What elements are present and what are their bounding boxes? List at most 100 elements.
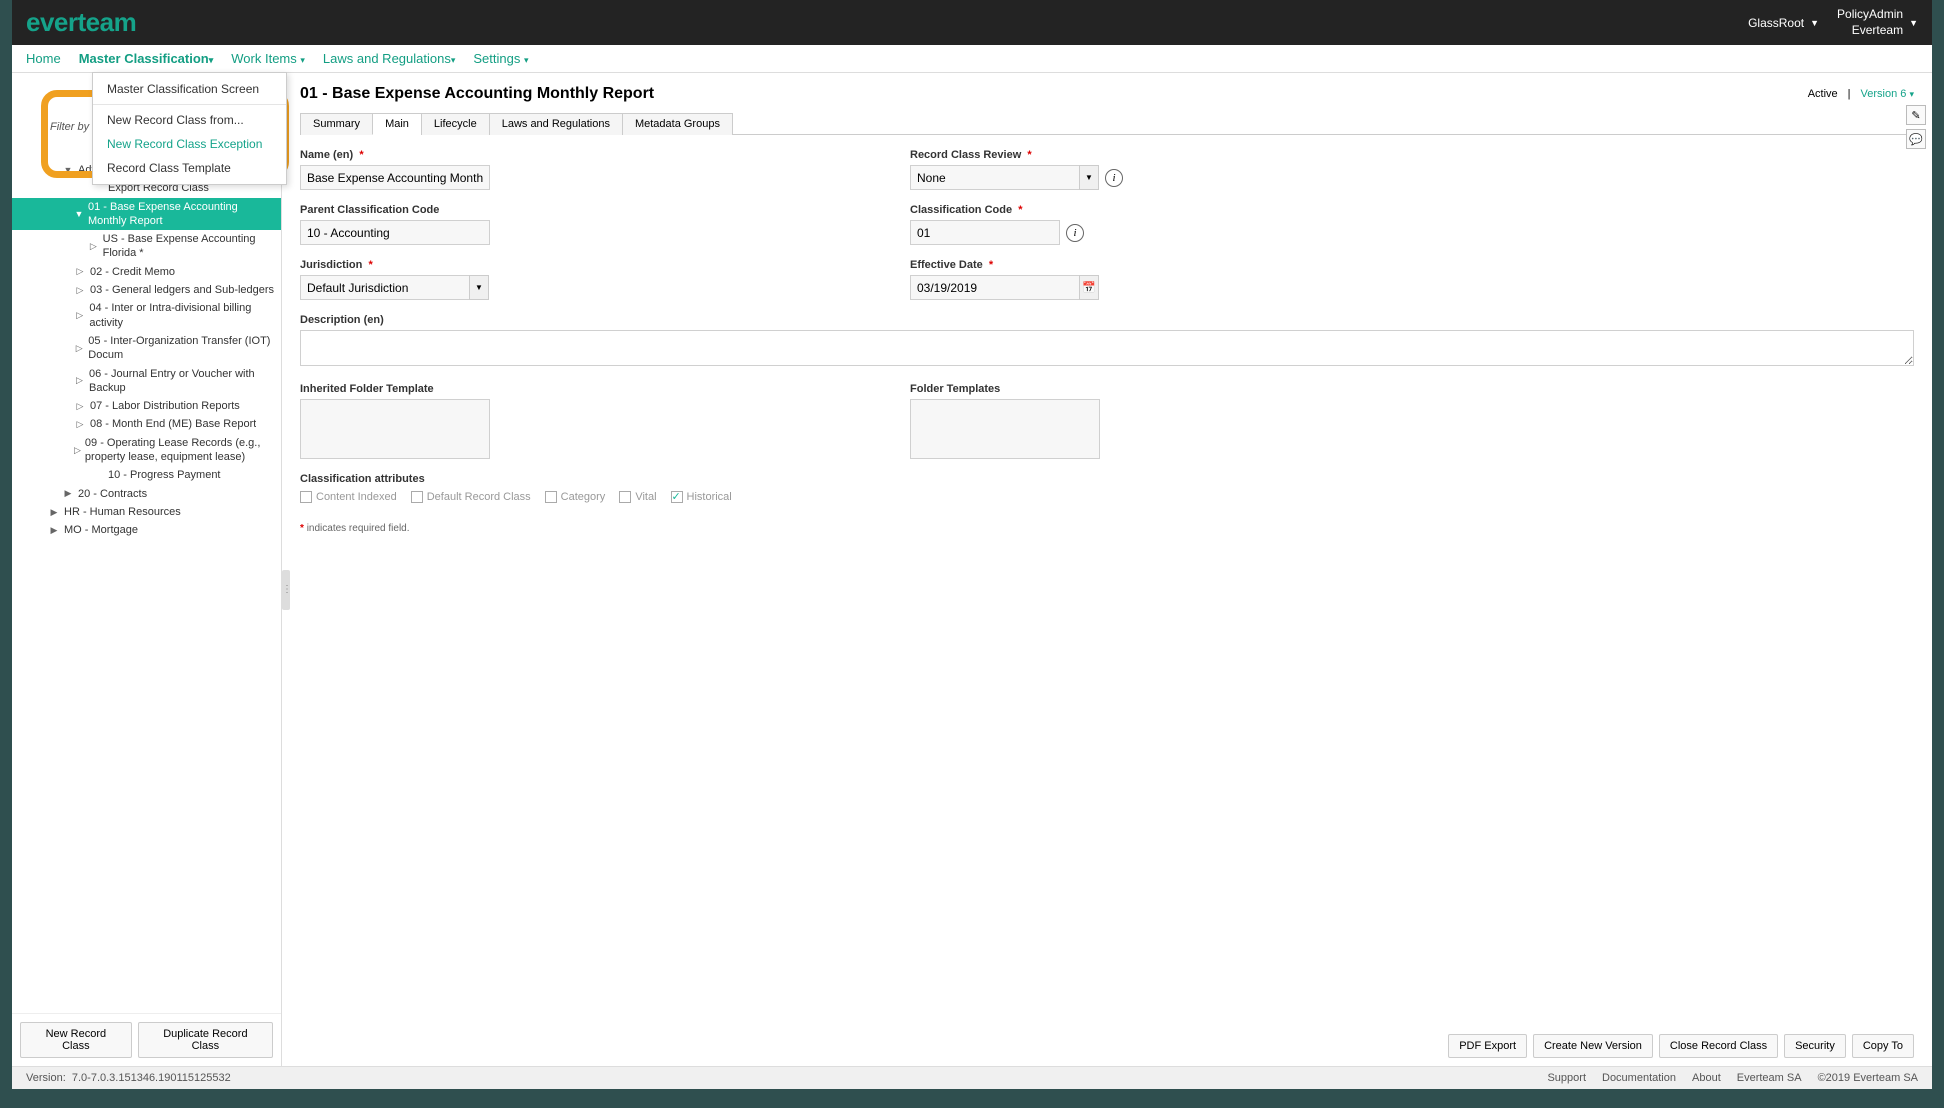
user-menu[interactable]: PolicyAdmin Everteam ▼ (1837, 7, 1918, 38)
status-label: Active (1808, 88, 1838, 100)
expand-icon[interactable]: ▷ (88, 241, 99, 252)
menu-record-class-template[interactable]: Record Class Template (93, 156, 286, 180)
caret-down-icon: ▾ (1909, 89, 1914, 99)
documentation-link[interactable]: Documentation (1602, 1072, 1676, 1084)
tree-item[interactable]: ▷ 07 - Labor Distribution Reports (12, 397, 281, 415)
tree-item[interactable]: ▷ 05 - Inter-Organization Transfer (IOT)… (12, 332, 281, 365)
inherited-template-box[interactable] (300, 399, 490, 459)
close-record-class-button[interactable]: Close Record Class (1659, 1034, 1778, 1058)
tree-item[interactable]: ▶ HR - Human Resources (12, 503, 281, 521)
required-note: * indicates required field. (300, 523, 1914, 534)
tab-metadata[interactable]: Metadata Groups (622, 113, 733, 135)
inh-template-label: Inherited Folder Template (300, 383, 870, 395)
expand-icon[interactable]: ▷ (74, 445, 81, 456)
main-nav: Home Master Classification▾ Work Items ▾… (12, 45, 1932, 73)
expand-icon[interactable]: ▷ (74, 375, 85, 386)
user-org: Everteam (1837, 23, 1903, 39)
app-header: everteam GlassRoot ▼ PolicyAdmin Evertea… (12, 0, 1932, 45)
support-link[interactable]: Support (1547, 1072, 1586, 1084)
tree-item[interactable]: ▶ MO - Mortgage (12, 521, 281, 539)
tab-summary[interactable]: Summary (300, 113, 373, 135)
expand-icon[interactable]: ▷ (74, 285, 86, 296)
tenant-menu[interactable]: GlassRoot ▼ (1748, 16, 1819, 30)
pdf-export-button[interactable]: PDF Export (1448, 1034, 1527, 1058)
caret-down-icon: ▾ (209, 55, 214, 65)
tree-item-selected[interactable]: ▼ 01 - Base Expense Accounting Monthly R… (12, 198, 281, 231)
comment-icon-button[interactable]: 💬 (1906, 129, 1926, 149)
tab-lifecycle[interactable]: Lifecycle (421, 113, 490, 135)
dropdown-arrow-icon[interactable]: ▼ (469, 275, 489, 300)
calendar-icon[interactable]: 📅 (1079, 275, 1099, 300)
review-select[interactable] (910, 165, 1080, 190)
tree-item[interactable]: ▷ 02 - Credit Memo (12, 263, 281, 281)
tab-laws[interactable]: Laws and Regulations (489, 113, 623, 135)
tree-item[interactable]: ▷ US - Base Expense Accounting Florida * (12, 230, 281, 263)
version-dropdown[interactable]: Version 6 ▾ (1861, 88, 1914, 100)
create-new-version-button[interactable]: Create New Version (1533, 1034, 1653, 1058)
master-classification-dropdown: Master Classification Screen New Record … (92, 72, 287, 185)
chk-historical[interactable]: Historical (671, 491, 732, 503)
security-button[interactable]: Security (1784, 1034, 1846, 1058)
expand-icon[interactable]: ▶ (48, 507, 60, 518)
expand-icon[interactable]: ▷ (74, 343, 84, 354)
tree-item[interactable]: ▷ 04 - Inter or Intra-divisional billing… (12, 299, 281, 332)
dropdown-arrow-icon[interactable]: ▼ (1079, 165, 1099, 190)
name-input[interactable] (300, 165, 490, 190)
checkbox-icon (619, 491, 631, 503)
info-icon[interactable]: i (1066, 224, 1084, 242)
edit-icon-button[interactable]: ✎ (1906, 105, 1926, 125)
copy-to-button[interactable]: Copy To (1852, 1034, 1914, 1058)
folder-templates-box[interactable] (910, 399, 1100, 459)
collapse-icon[interactable]: ▼ (62, 165, 74, 175)
splitter-handle[interactable] (282, 570, 290, 610)
expand-icon[interactable]: ▷ (74, 310, 85, 321)
chk-content-indexed[interactable]: Content Indexed (300, 491, 397, 503)
caret-down-icon: ▾ (451, 55, 456, 65)
menu-master-screen[interactable]: Master Classification Screen (93, 77, 286, 101)
nav-home[interactable]: Home (26, 51, 61, 66)
chk-vital[interactable]: Vital (619, 491, 656, 503)
attr-label: Classification attributes (300, 473, 1914, 485)
content-footer-buttons: PDF Export Create New Version Close Reco… (1448, 1034, 1914, 1058)
checkbox-icon (545, 491, 557, 503)
tree-item[interactable]: ▷ 09 - Operating Lease Records (e.g., pr… (12, 434, 281, 467)
content-area: 01 - Base Expense Accounting Monthly Rep… (282, 73, 1932, 1066)
jurisdiction-select[interactable] (300, 275, 470, 300)
tree-item[interactable]: ▷ 03 - General ledgers and Sub-ledgers (12, 281, 281, 299)
nav-work-items[interactable]: Work Items ▾ (231, 51, 305, 66)
duplicate-record-class-button[interactable]: Duplicate Record Class (138, 1022, 273, 1058)
logo: everteam (26, 7, 136, 38)
tree-item[interactable]: ▷ 08 - Month End (ME) Base Report (12, 415, 281, 433)
description-textarea[interactable] (300, 330, 1914, 366)
classcode-input[interactable] (910, 220, 1060, 245)
company-link[interactable]: Everteam SA (1737, 1072, 1802, 1084)
collapse-icon[interactable]: ▼ (74, 209, 84, 219)
sidebar: Filter by ▼ Advanced Search Export Recor… (12, 73, 282, 1066)
tree-item[interactable]: 10 - Progress Payment (12, 466, 281, 484)
tree-item[interactable]: ▶ 20 - Contracts (12, 485, 281, 503)
nav-settings[interactable]: Settings ▾ (473, 51, 528, 66)
expand-icon[interactable]: ▷ (74, 419, 86, 430)
status-bar: Version: 7.0-7.0.3.151346.190115125532 S… (12, 1066, 1932, 1089)
tree-item[interactable]: ▷ 06 - Journal Entry or Voucher with Bac… (12, 365, 281, 398)
expand-icon[interactable]: ▷ (74, 266, 86, 277)
nav-laws[interactable]: Laws and Regulations▾ (323, 51, 455, 66)
effdate-input[interactable] (910, 275, 1080, 300)
review-label: Record Class Review * (910, 149, 1480, 161)
expand-icon[interactable]: ▷ (74, 401, 86, 412)
chk-default[interactable]: Default Record Class (411, 491, 531, 503)
expand-icon[interactable]: ▶ (62, 488, 74, 499)
divider (93, 104, 286, 105)
parent-label: Parent Classification Code (300, 204, 870, 216)
parent-input[interactable] (300, 220, 490, 245)
nav-master-classification[interactable]: Master Classification▾ (79, 51, 214, 66)
expand-icon[interactable]: ▶ (48, 525, 60, 536)
tab-main[interactable]: Main (372, 113, 422, 135)
info-icon[interactable]: i (1105, 169, 1123, 187)
chk-category[interactable]: Category (545, 491, 606, 503)
tabs: Summary Main Lifecycle Laws and Regulati… (300, 113, 1914, 135)
menu-new-record-class-exception[interactable]: New Record Class Exception (93, 132, 286, 156)
new-record-class-button[interactable]: New Record Class (20, 1022, 132, 1058)
menu-new-record-class-from[interactable]: New Record Class from... (93, 108, 286, 132)
about-link[interactable]: About (1692, 1072, 1721, 1084)
